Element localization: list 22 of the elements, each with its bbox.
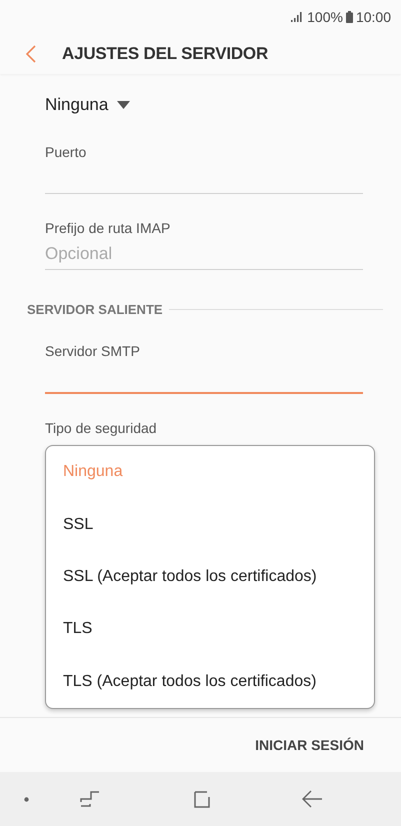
dropdown-option[interactable]: SSL (Aceptar todos los certificados)	[46, 552, 374, 601]
battery-level: 100%	[307, 9, 343, 25]
clock: 10:00	[356, 9, 391, 25]
recent-apps-button[interactable]	[80, 789, 100, 809]
field-label: Servidor SMTP	[45, 343, 141, 359]
section-heading: SERVIDOR SALIENTE	[27, 302, 163, 317]
back-nav-button[interactable]	[301, 789, 323, 809]
field-label: Prefijo de ruta IMAP	[45, 220, 172, 236]
home-button[interactable]	[192, 789, 212, 809]
dropdown-arrow-icon	[117, 101, 130, 109]
signal-icon	[291, 12, 304, 22]
field-label: Tipo de seguridad	[45, 420, 158, 436]
security-dropdown[interactable]: Ninguna	[45, 95, 130, 115]
sign-in-button[interactable]: INICIAR SESIÓN	[255, 737, 364, 753]
dropdown-option[interactable]: TLS	[46, 605, 374, 654]
dropdown-option[interactable]: SSL	[46, 500, 374, 549]
dot-icon	[24, 796, 29, 802]
dropdown-option[interactable]: TLS (Aceptar todos los certificados)	[46, 658, 374, 706]
screen-title: AJUSTES DEL SERVIDOR	[62, 44, 268, 64]
battery-icon	[346, 11, 353, 23]
input-field[interactable]: Opcional	[45, 236, 363, 270]
field-label: Puerto	[45, 144, 88, 160]
